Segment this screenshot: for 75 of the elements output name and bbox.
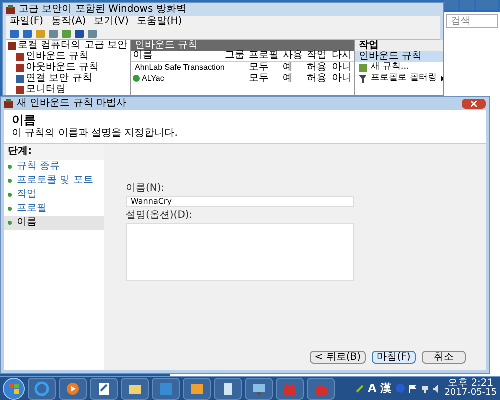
- dot-icon: [8, 207, 12, 211]
- ime-indicator[interactable]: A: [368, 383, 377, 394]
- folder-icon[interactable]: [121, 378, 149, 400]
- action-link[interactable]: 새 규칙...: [371, 63, 410, 72]
- tree-item[interactable]: 인바운드 규칙: [26, 52, 90, 62]
- firewall-icon: [6, 5, 15, 14]
- steps-title: 단계:: [4, 144, 104, 160]
- monitor-icon[interactable]: [245, 378, 273, 400]
- ime-indicator[interactable]: 漢: [380, 383, 392, 394]
- start-button[interactable]: [3, 378, 25, 400]
- menu-item[interactable]: 도움말(H): [136, 17, 182, 27]
- dot-icon: [8, 179, 12, 183]
- speaker-icon: [432, 384, 441, 392]
- dot-icon: [8, 193, 12, 197]
- close-icon: [471, 100, 477, 106]
- actions-title: 작업: [355, 40, 443, 51]
- toolbox-icon[interactable]: [307, 378, 335, 400]
- dot-icon: [8, 165, 12, 169]
- step-item[interactable]: 프로필: [4, 202, 104, 216]
- close-button[interactable]: [462, 98, 486, 108]
- page-heading: 이름: [12, 114, 37, 126]
- field-label: 설명(옵션)(D):: [126, 211, 194, 221]
- column-header[interactable]: 다시: [330, 51, 354, 61]
- window-title: 새 인바운드 규칙 마법사: [17, 98, 127, 108]
- actions-section[interactable]: 인바운드 규칙: [355, 51, 443, 62]
- search-field[interactable]: 검색: [446, 14, 498, 28]
- clock-date: 2017-05-15: [444, 389, 497, 398]
- table-cell-text: 예: [282, 62, 294, 72]
- field-label: 이름(N):: [126, 184, 166, 194]
- firewall-icon: [4, 99, 13, 108]
- firewall-icon: [8, 42, 16, 50]
- column-header[interactable]: 사용: [281, 51, 305, 61]
- step-item[interactable]: 작업: [4, 188, 104, 202]
- action-link[interactable]: 프로필로 필터링: [371, 74, 437, 83]
- table-cell: ALYac: [142, 74, 164, 82]
- globe-icon: [396, 384, 405, 393]
- check-icon: [133, 75, 140, 82]
- menu-item[interactable]: 동작(A): [52, 17, 86, 27]
- menu-item[interactable]: 보기(V): [94, 17, 129, 27]
- menu-item[interactable]: 파일(F): [10, 17, 44, 27]
- wizard-button[interactable]: < 뒤로(B): [310, 351, 366, 364]
- page-subtitle: 이 규칙의 이름과 설명을 지정합니다.: [12, 129, 179, 139]
- table-cell-text: 예: [282, 74, 294, 84]
- step-item[interactable]: 이름: [4, 216, 104, 230]
- media-player-icon[interactable]: [59, 378, 87, 400]
- step-item[interactable]: 프로토콜 및 포트: [4, 174, 104, 188]
- table-cell: AhnLab Safe Transaction: [135, 64, 225, 72]
- panel-header: 인바운드 규칙: [131, 40, 354, 51]
- dot-icon: [8, 221, 12, 225]
- table-cell-text: 모두: [248, 74, 270, 84]
- table-cell-text: 모두: [248, 62, 270, 72]
- windows-logo-icon: [9, 384, 19, 394]
- table-cell-text: 허용: [306, 74, 328, 84]
- column-header[interactable]: 작업: [305, 51, 330, 61]
- document-icon[interactable]: [90, 378, 118, 400]
- toolbox-icon[interactable]: [276, 378, 304, 400]
- step-item[interactable]: 규칙 종류: [4, 160, 104, 174]
- wizard-button[interactable]: 취소: [422, 351, 466, 364]
- tree-item[interactable]: 연결 보안 규칙: [26, 74, 92, 84]
- table-cell-text: 아니: [331, 62, 353, 72]
- tree-item[interactable]: 로컬 컴퓨터의 고급 보안: [18, 40, 128, 50]
- wizard-button[interactable]: 마침(F): [372, 351, 416, 364]
- filter-icon: [359, 74, 367, 82]
- column-header[interactable]: 프로필: [247, 51, 281, 61]
- flag-icon: [408, 384, 417, 392]
- window-title: 고급 보안이 포함된 Windows 방화벽: [19, 4, 186, 14]
- column-header[interactable]: 이름: [131, 51, 223, 61]
- table-cell-text: 허용: [306, 62, 328, 72]
- tree-item[interactable]: 아웃바운드 규칙: [26, 62, 100, 72]
- name-field[interactable]: WannaCry: [126, 196, 354, 207]
- table-cell-text: 아니: [331, 74, 353, 84]
- tree-item[interactable]: 모니터링: [26, 84, 66, 94]
- clock-time: 오후 2:21: [448, 379, 494, 389]
- column-header[interactable]: 그룹: [223, 51, 247, 61]
- description-field[interactable]: [126, 223, 354, 281]
